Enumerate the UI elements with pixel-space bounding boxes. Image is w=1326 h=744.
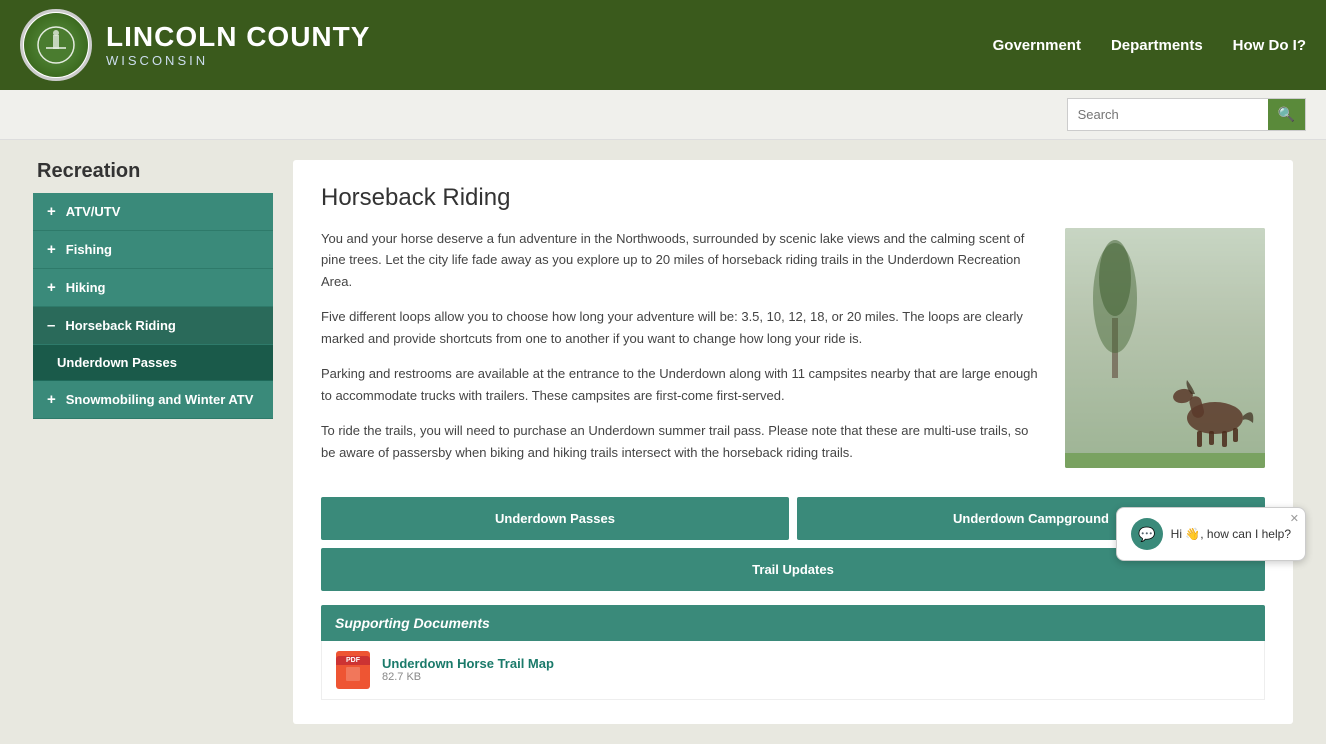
chat-close-icon[interactable]: ✕	[1290, 512, 1299, 525]
search-bar-container: 🔍	[0, 90, 1326, 140]
main-nav: Government Departments How Do I?	[993, 37, 1306, 54]
search-button[interactable]: 🔍	[1268, 99, 1305, 130]
ground-illustration	[1065, 438, 1265, 468]
supporting-docs-header: Supporting Documents	[321, 605, 1265, 641]
doc-name: Underdown Horse Trail Map	[382, 656, 554, 671]
sidebar-item-hiking[interactable]: + Hiking	[33, 269, 273, 307]
county-name: LINCOLN COUNTY	[106, 22, 370, 53]
content-text: You and your horse deserve a fun adventu…	[321, 228, 1045, 477]
tree-illustration	[1085, 238, 1145, 378]
expand-icon: +	[47, 241, 56, 258]
chat-message: Hi 👋, how can I help?	[1171, 527, 1291, 541]
nav-government[interactable]: Government	[993, 37, 1081, 54]
sidebar-item-fishing[interactable]: + Fishing	[33, 231, 273, 269]
sidebar-item-snowmobiling[interactable]: + Snowmobiling and Winter ATV	[33, 381, 273, 419]
county-logo	[20, 9, 92, 81]
pdf-icon: PDF	[336, 651, 370, 689]
chat-avatar: 💬	[1131, 518, 1163, 550]
supporting-docs: Supporting Documents PDF Underdown Horse…	[321, 605, 1265, 700]
sidebar-item-label: Fishing	[66, 242, 112, 257]
state-name: WISCONSIN	[106, 53, 370, 68]
expand-icon: +	[47, 203, 56, 220]
document-item[interactable]: PDF Underdown Horse Trail Map 82.7 KB	[321, 641, 1265, 700]
underdown-passes-button[interactable]: Underdown Passes	[321, 497, 789, 540]
site-header: LINCOLN COUNTY WISCONSIN Government Depa…	[0, 0, 1326, 90]
doc-info: Underdown Horse Trail Map 82.7 KB	[382, 656, 554, 683]
main-wrapper: Recreation + ATV/UTV + Fishing + Hiking …	[13, 140, 1313, 744]
sidebar-item-horseback-riding[interactable]: – Horseback Riding	[33, 307, 273, 345]
paragraph-4: To ride the trails, you will need to pur…	[321, 420, 1045, 463]
horse-illustration	[1165, 368, 1255, 448]
content-body: You and your horse deserve a fun adventu…	[321, 228, 1265, 477]
search-input[interactable]	[1068, 101, 1268, 128]
sidebar: Recreation + ATV/UTV + Fishing + Hiking …	[33, 160, 273, 724]
nav-departments[interactable]: Departments	[1111, 37, 1203, 54]
header-branding: LINCOLN COUNTY WISCONSIN	[20, 9, 370, 81]
page-title: Horseback Riding	[321, 184, 1265, 212]
doc-size: 82.7 KB	[382, 671, 554, 683]
paragraph-1: You and your horse deserve a fun adventu…	[321, 228, 1045, 292]
paragraph-2: Five different loops allow you to choose…	[321, 306, 1045, 349]
paragraph-3: Parking and restrooms are available at t…	[321, 363, 1045, 406]
collapse-icon: –	[47, 317, 55, 334]
sidebar-sub-item-label: Underdown Passes	[57, 355, 177, 370]
sidebar-item-label: Hiking	[66, 280, 106, 295]
expand-icon: +	[47, 391, 56, 408]
sidebar-title: Recreation	[33, 160, 273, 183]
chat-bubble[interactable]: ✕ 💬 Hi 👋, how can I help?	[1116, 507, 1306, 561]
expand-icon: +	[47, 279, 56, 296]
sidebar-item-label: Horseback Riding	[65, 318, 176, 333]
sidebar-item-underdown-passes[interactable]: Underdown Passes	[33, 345, 273, 381]
horse-image	[1065, 228, 1265, 468]
nav-how-do-i[interactable]: How Do I?	[1233, 37, 1306, 54]
sidebar-item-label: ATV/UTV	[66, 204, 121, 219]
sidebar-item-label: Snowmobiling and Winter ATV	[66, 392, 254, 407]
search-bar: 🔍	[1067, 98, 1306, 131]
county-title: LINCOLN COUNTY WISCONSIN	[106, 22, 370, 68]
sidebar-item-atv-utv[interactable]: + ATV/UTV	[33, 193, 273, 231]
content-area: Horseback Riding You and your horse dese…	[293, 160, 1293, 724]
